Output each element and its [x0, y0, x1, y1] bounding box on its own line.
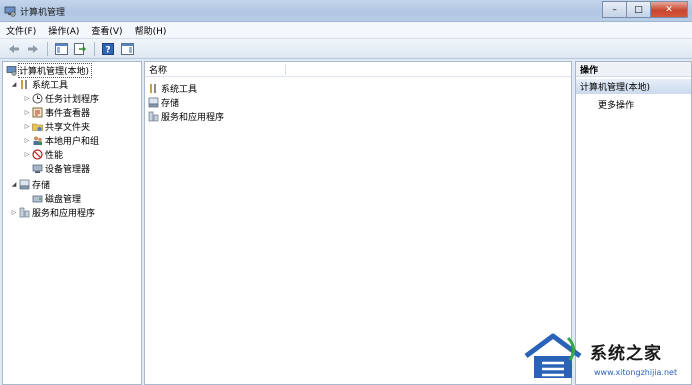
window-controls: – □ ✕ — [602, 1, 688, 18]
tree-item-label: 计算机管理(本地) — [17, 63, 93, 78]
menu-action[interactable]: 操作(A) — [48, 24, 79, 37]
actions-section-label: 计算机管理(本地) — [580, 83, 651, 93]
column-header-label: 名称 — [149, 65, 168, 76]
house-logo-icon — [524, 333, 582, 378]
back-button[interactable] — [5, 41, 23, 57]
tree-item-device-manager[interactable]: 设备管理器 — [32, 162, 90, 175]
tree-item-event-viewer[interactable]: ▷ 事件查看器 — [23, 106, 90, 119]
tree-item-label: 存储 — [32, 181, 51, 191]
tools-icon — [148, 83, 159, 94]
forward-button[interactable] — [24, 41, 42, 57]
storage-icon — [148, 97, 159, 108]
tree-item-label: 共享文件夹 — [45, 123, 91, 133]
site-watermark: 系统之家 www.xitongzhijia.net — [520, 330, 692, 385]
tree-item-label: 本地用户和组 — [45, 137, 100, 147]
services-icon — [19, 207, 30, 218]
expanded-arrow-icon[interactable]: ◢ — [10, 81, 18, 88]
export-list-button[interactable] — [71, 41, 89, 57]
list-item-label: 系统工具 — [161, 85, 198, 95]
minimize-icon: – — [612, 4, 617, 15]
close-button[interactable]: ✕ — [650, 1, 688, 18]
show-hide-tree-button[interactable] — [52, 41, 70, 57]
shared-folder-icon — [32, 121, 43, 132]
action-pane-icon — [120, 42, 134, 55]
tree-item-label: 系统工具 — [32, 81, 69, 91]
tree-item-label: 磁盘管理 — [45, 195, 82, 205]
tree-item-services-apps[interactable]: ▷ 服务和应用程序 — [10, 206, 95, 219]
menu-file[interactable]: 文件(F) — [6, 24, 36, 37]
menu-bar: 文件(F) 操作(A) 查看(V) 帮助(H) — [0, 22, 692, 39]
tree-item-system-tools[interactable]: ◢ 系统工具 — [10, 78, 68, 91]
collapsed-arrow-icon[interactable]: ▷ — [23, 109, 31, 116]
tree-item-label: 任务计划程序 — [45, 95, 100, 105]
minimize-button[interactable]: – — [602, 1, 626, 18]
window-title: 计算机管理 — [20, 8, 66, 18]
column-header-name[interactable]: 名称 — [145, 62, 571, 77]
maximize-button[interactable]: □ — [626, 1, 650, 18]
more-actions-link[interactable]: 更多操作 — [598, 98, 634, 111]
tree-item-root[interactable]: 计算机管理(本地) — [6, 63, 93, 78]
tree-item-label: 服务和应用程序 — [32, 209, 96, 219]
actions-header: 操作 — [576, 62, 691, 77]
tree-item-label: 设备管理器 — [45, 165, 91, 175]
clock-icon — [32, 93, 43, 104]
toolbar-separator — [94, 41, 95, 56]
tree-item-local-users[interactable]: ▷ 本地用户和组 — [23, 134, 99, 147]
storage-icon — [19, 179, 30, 190]
expanded-arrow-icon[interactable]: ◢ — [10, 181, 18, 188]
back-arrow-icon — [9, 44, 19, 53]
performance-icon — [32, 149, 43, 160]
watermark-url: www.xitongzhijia.net — [594, 368, 678, 377]
console-tree-icon — [54, 42, 68, 55]
list-item[interactable]: 系统工具 — [148, 82, 197, 95]
collapsed-arrow-icon[interactable]: ▷ — [23, 137, 31, 144]
help-icon: ? — [102, 42, 114, 55]
toolbar: ? — [0, 39, 692, 59]
tree-item-label: 性能 — [45, 151, 64, 161]
tree-item-task-scheduler[interactable]: ▷ 任务计划程序 — [23, 92, 99, 105]
toolbar-separator — [47, 41, 48, 56]
results-pane: 名称 系统工具 存储 服务和应用程序 — [144, 61, 572, 385]
device-manager-icon — [32, 163, 43, 174]
maximize-icon: □ — [634, 4, 643, 15]
actions-section-computer-management[interactable]: 计算机管理(本地) — [576, 79, 691, 94]
console-tree-pane: 计算机管理(本地) ◢ 系统工具 ▷ 任务计划程序 ▷ 事件查看器 ▷ 共享文件… — [2, 61, 142, 385]
tree-item-disk-management[interactable]: 磁盘管理 — [32, 192, 81, 205]
tree-item-performance[interactable]: ▷ 性能 — [23, 148, 63, 161]
collapsed-arrow-icon[interactable]: ▷ — [23, 95, 31, 102]
computer-management-icon — [6, 65, 17, 76]
list-item-label: 存储 — [161, 99, 180, 109]
column-divider[interactable] — [285, 64, 286, 75]
tools-icon — [19, 79, 30, 90]
tree-item-label: 事件查看器 — [45, 109, 91, 119]
svg-text:?: ? — [105, 45, 110, 55]
watermark-name: 系统之家 — [590, 344, 662, 364]
show-hide-action-pane-button[interactable] — [118, 41, 136, 57]
collapsed-arrow-icon[interactable]: ▷ — [10, 209, 18, 216]
title-bar: 计算机管理 – □ ✕ — [0, 0, 692, 22]
disk-management-icon — [32, 193, 43, 204]
list-item[interactable]: 服务和应用程序 — [148, 110, 224, 123]
event-viewer-icon — [32, 107, 43, 118]
menu-view[interactable]: 查看(V) — [91, 24, 122, 37]
users-icon — [32, 135, 43, 146]
close-icon: ✕ — [665, 4, 673, 15]
menu-help[interactable]: 帮助(H) — [135, 24, 167, 37]
list-item-label: 服务和应用程序 — [161, 113, 225, 123]
tree-item-storage[interactable]: ◢ 存储 — [10, 178, 50, 191]
computer-management-icon — [4, 5, 16, 17]
collapsed-arrow-icon[interactable]: ▷ — [23, 151, 31, 158]
help-button[interactable]: ? — [99, 41, 117, 57]
forward-arrow-icon — [28, 44, 38, 53]
export-icon — [73, 42, 86, 55]
services-icon — [148, 111, 159, 122]
list-item[interactable]: 存储 — [148, 96, 179, 109]
tree-item-shared-folders[interactable]: ▷ 共享文件夹 — [23, 120, 90, 133]
collapsed-arrow-icon[interactable]: ▷ — [23, 123, 31, 130]
